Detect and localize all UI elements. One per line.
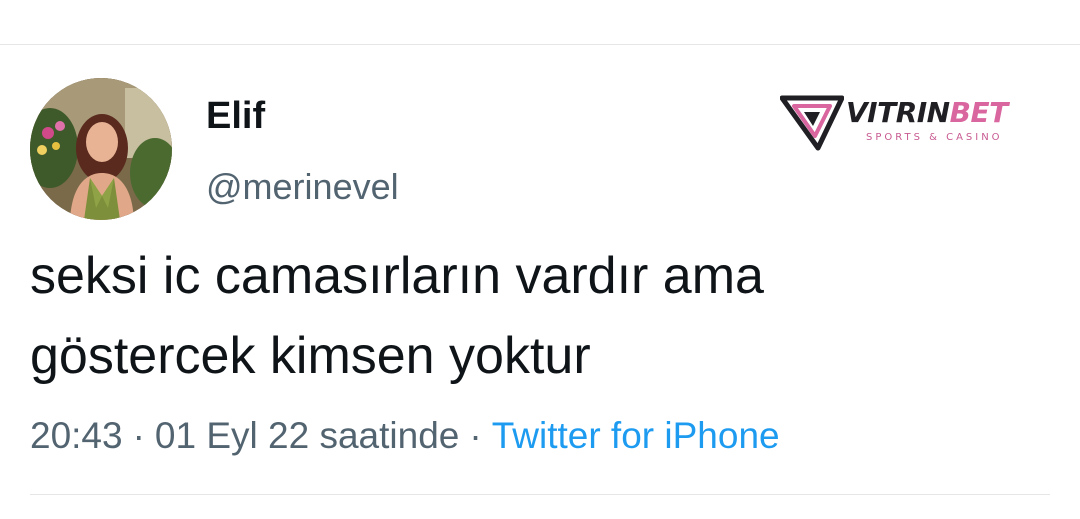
- tweet-text-line: seksi ic camasırların vardır ama: [30, 247, 764, 305]
- tweet-date[interactable]: 01 Eyl 22 saatinde: [155, 415, 459, 456]
- tweet-text: seksi ic camasırların vardır ama gösterc…: [30, 236, 1040, 396]
- tweet-meta: 20:43 · 01 Eyl 22 saatinde · Twitter for iPh…: [30, 414, 780, 458]
- tweet-text-line: göstercek kimsen yoktur: [30, 327, 591, 385]
- vitrinbet-watermark: VITRINBET SPORTS & CASINO: [780, 92, 1040, 152]
- top-divider: [0, 44, 1080, 45]
- avatar[interactable]: [30, 78, 172, 220]
- watermark-brand: VITRINBET: [846, 98, 1008, 128]
- bottom-divider: [30, 494, 1050, 495]
- avatar-photo: [30, 78, 172, 220]
- user-handle[interactable]: @merinevel: [206, 165, 399, 209]
- watermark-tagline: SPORTS & CASINO: [866, 132, 1003, 143]
- vitrinbet-logo-icon: [780, 95, 844, 151]
- tweet-source-link[interactable]: Twitter for iPhone: [492, 415, 780, 456]
- display-name[interactable]: Elif: [206, 94, 265, 138]
- meta-separator: ·: [469, 415, 482, 456]
- meta-separator: ·: [132, 415, 145, 456]
- watermark-brand-accent: BET: [949, 96, 1009, 129]
- tweet-time[interactable]: 20:43: [30, 415, 123, 456]
- watermark-brand-main: VITRIN: [846, 96, 950, 129]
